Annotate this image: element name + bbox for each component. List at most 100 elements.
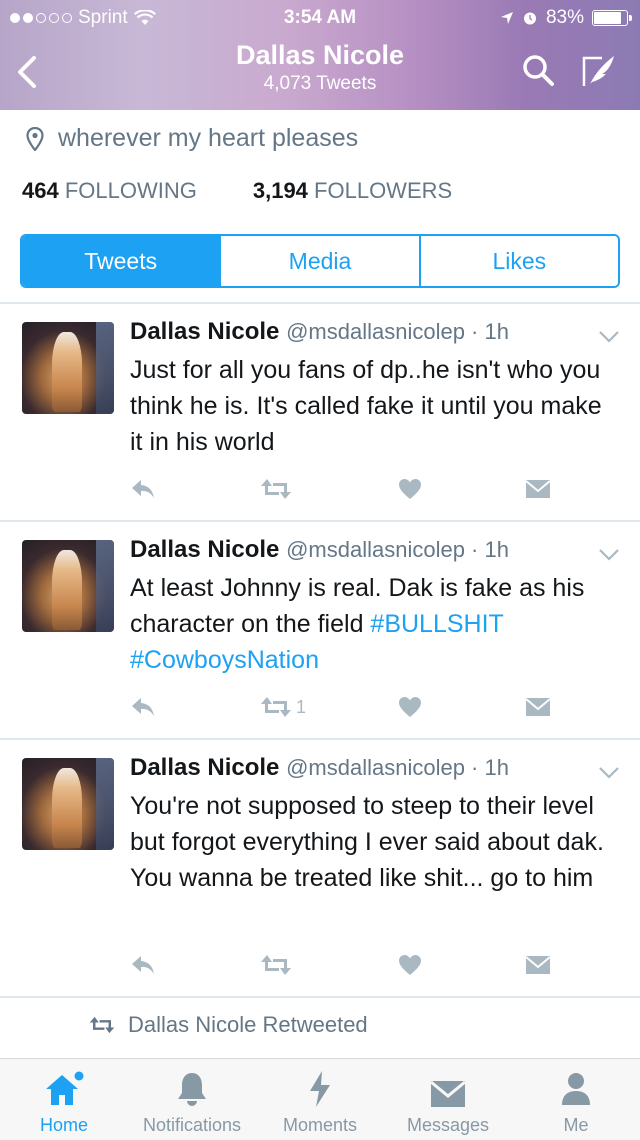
alarm-icon — [523, 12, 536, 25]
following-count: 464 — [22, 178, 59, 203]
compose-icon[interactable] — [580, 50, 620, 90]
direct-message-button[interactable] — [525, 474, 551, 504]
tweet-author-name[interactable]: Dallas Nicole — [130, 754, 279, 781]
tweet-author-handle: @msdallasnicolep — [286, 537, 465, 562]
retweet-icon — [261, 479, 291, 499]
tweet-actions — [130, 950, 560, 980]
heart-icon — [399, 479, 421, 499]
retweet-icon — [261, 955, 291, 975]
tab-moments[interactable]: Moments — [256, 1065, 384, 1136]
tab-home[interactable]: Home — [0, 1065, 128, 1136]
chevron-down-icon[interactable] — [598, 766, 620, 780]
tweet-separator: · — [464, 755, 485, 780]
tab-likes[interactable]: Likes — [418, 236, 618, 286]
heart-icon — [399, 697, 421, 717]
tweet-separator: · — [464, 537, 485, 562]
location-arrow-icon — [500, 12, 513, 24]
like-button[interactable] — [398, 950, 422, 980]
tab-home-label: Home — [39, 1115, 88, 1135]
tweet-time: 1h — [484, 537, 509, 562]
retweet-icon — [261, 697, 291, 717]
person-icon — [562, 1073, 590, 1105]
tweet-header: Dallas Nicole @msdallasnicolep · 1h — [130, 318, 509, 346]
heart-icon — [399, 955, 421, 975]
envelope-icon — [525, 956, 551, 974]
hashtag-link[interactable]: #CowboysNation — [130, 646, 319, 674]
tweet-item[interactable]: Dallas Nicole @msdallasnicolep · 1h Just… — [0, 304, 640, 520]
tweet-author-name[interactable]: Dallas Nicole — [130, 318, 279, 345]
tweet-actions: 1 — [130, 692, 560, 722]
followers-stat[interactable]: 3,194 FOLLOWERS — [253, 178, 452, 204]
tweet-header: Dallas Nicole @msdallasnicolep · 1h — [130, 536, 509, 564]
retweeted-text: Dallas Nicole Retweeted — [128, 1012, 368, 1037]
bottom-tab-bar: Home Notifications Moments Messages Me — [0, 1058, 640, 1140]
direct-message-button[interactable] — [525, 950, 551, 980]
location-text: wherever my heart pleases — [58, 124, 359, 152]
following-stat[interactable]: 464 FOLLOWING — [22, 178, 197, 204]
tweet-author-name[interactable]: Dallas Nicole — [130, 536, 279, 563]
follow-stats: 464 FOLLOWING 3,194 FOLLOWERS — [22, 178, 452, 204]
followers-label: FOLLOWERS — [314, 178, 453, 203]
profile-header: Sprint 3:54 AM 83% Dallas Nicole 4,073 T… — [0, 0, 640, 110]
status-bar: Sprint 3:54 AM 83% — [0, 0, 640, 36]
avatar[interactable] — [22, 322, 114, 414]
avatar[interactable] — [22, 758, 114, 850]
tweet-time: 1h — [484, 319, 509, 344]
tweet-text: Just for all you fans of dp..he isn't wh… — [130, 356, 602, 456]
reply-icon — [132, 480, 154, 498]
profile-location: wherever my heart pleases — [26, 124, 358, 153]
envelope-icon — [525, 698, 551, 716]
lightning-icon — [310, 1071, 330, 1107]
status-right: 83% — [500, 7, 632, 29]
hashtag-link[interactable]: #BULLSHIT — [370, 610, 503, 638]
retweet-count: 1 — [296, 696, 307, 717]
like-button[interactable] — [398, 474, 422, 504]
retweet-button[interactable] — [260, 474, 296, 504]
tab-moments-label: Moments — [282, 1115, 358, 1135]
avatar[interactable] — [22, 540, 114, 632]
reply-button[interactable] — [130, 692, 156, 722]
followers-count: 3,194 — [252, 178, 308, 203]
tab-notifications[interactable]: Notifications — [128, 1065, 256, 1136]
direct-message-button[interactable] — [525, 692, 551, 722]
tweet-item[interactable]: Dallas Nicole @msdallasnicolep · 1h At l… — [0, 522, 640, 738]
retweeted-indicator: Dallas Nicole Retweeted — [88, 1012, 368, 1038]
location-pin-icon — [26, 126, 44, 151]
tweet-text: You're not supposed to steep to their le… — [130, 792, 604, 892]
tweet-text: At least Johnny is real. Dak is fake as … — [130, 570, 620, 678]
following-label: FOLLOWING — [64, 178, 197, 203]
home-icon — [46, 1071, 84, 1105]
tweet-header: Dallas Nicole @msdallasnicolep · 1h — [130, 754, 509, 782]
reply-button[interactable] — [130, 474, 156, 504]
reply-icon — [132, 956, 154, 974]
tab-media[interactable]: Media — [219, 236, 419, 286]
tweet-author-handle: @msdallasnicolep — [286, 319, 465, 344]
retweet-button[interactable] — [260, 950, 296, 980]
chevron-down-icon[interactable] — [598, 330, 620, 344]
search-icon[interactable] — [520, 52, 556, 88]
battery-icon — [592, 10, 632, 26]
tab-messages-label: Messages — [406, 1115, 490, 1135]
reply-button[interactable] — [130, 950, 156, 980]
tweet-separator: · — [464, 319, 485, 344]
tab-notifications-label: Notifications — [142, 1115, 242, 1135]
profile-tabs: Tweets Media Likes — [20, 234, 620, 288]
envelope-icon — [430, 1080, 466, 1107]
bell-icon — [178, 1073, 206, 1106]
envelope-icon — [525, 480, 551, 498]
tweet-author-handle: @msdallasnicolep — [286, 755, 465, 780]
like-button[interactable] — [398, 692, 422, 722]
tweet-actions — [130, 474, 560, 504]
retweet-button[interactable]: 1 — [260, 692, 306, 722]
tab-me-label: Me — [563, 1115, 589, 1135]
tab-tweets[interactable]: Tweets — [22, 236, 220, 286]
retweet-icon — [89, 1016, 115, 1034]
tab-messages[interactable]: Messages — [384, 1065, 512, 1136]
tweet-item[interactable]: Dallas Nicole @msdallasnicolep · 1h You'… — [0, 740, 640, 996]
divider — [0, 996, 640, 998]
battery-percent: 83% — [545, 7, 584, 28]
chevron-down-icon[interactable] — [598, 548, 620, 562]
reply-icon — [132, 698, 154, 716]
tab-me[interactable]: Me — [512, 1065, 640, 1136]
tweet-text-body: At least Johnny is real. Dak is fake as … — [130, 574, 585, 638]
